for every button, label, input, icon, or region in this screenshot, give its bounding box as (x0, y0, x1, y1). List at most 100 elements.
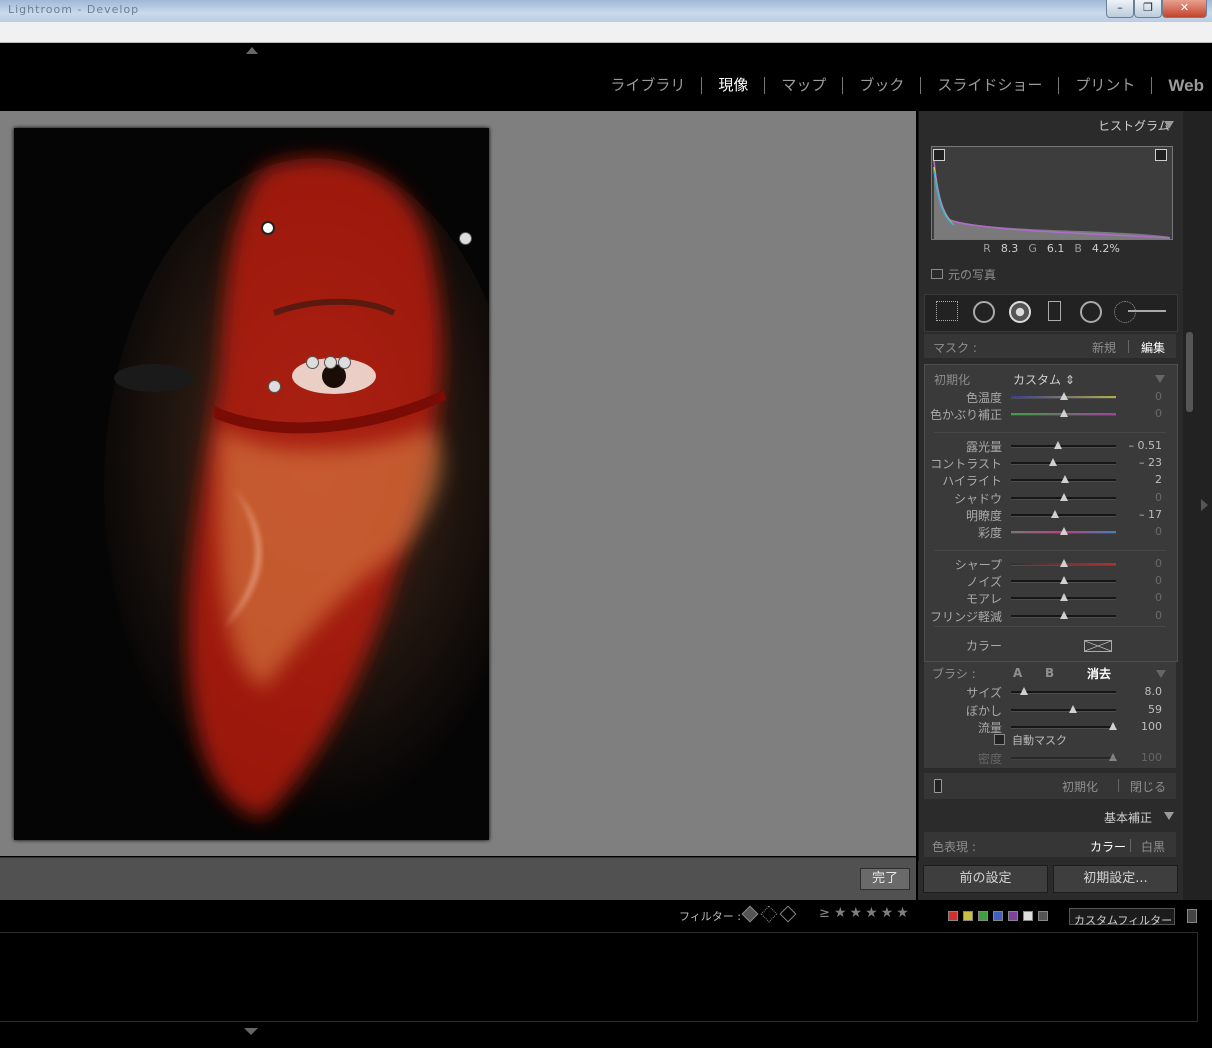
panel-scrollbar[interactable] (1186, 332, 1193, 412)
module-library[interactable]: ライブラリ (594, 77, 701, 94)
treatment-color-button[interactable]: カラー (1090, 838, 1126, 855)
slider-thumb[interactable] (1060, 475, 1069, 484)
close-button[interactable]: 閉じる (1130, 778, 1166, 795)
previous-settings-button[interactable]: 前の設定 (923, 865, 1048, 893)
group-divider (934, 432, 1166, 433)
mask-pin[interactable] (261, 221, 275, 235)
mask-pin[interactable] (268, 380, 281, 393)
mask-color-swatch[interactable] (1084, 640, 1112, 652)
basic-collapse-icon[interactable] (1164, 812, 1174, 820)
slider-value: – 17 (1139, 507, 1162, 521)
slider-thumb[interactable] (1059, 392, 1068, 400)
filter-lock-icon[interactable] (1187, 909, 1197, 923)
photo-canvas[interactable] (14, 128, 489, 840)
slider-thumb[interactable] (1059, 492, 1068, 501)
slider-thumb[interactable] (1059, 559, 1068, 567)
collapse-filmstrip-icon[interactable] (244, 1028, 258, 1035)
slider-thumb[interactable] (1059, 527, 1068, 535)
crop-tool-icon[interactable] (936, 301, 958, 321)
minimize-button[interactable]: – (1106, 0, 1134, 18)
flag-rejected-icon[interactable] (779, 905, 797, 923)
divider (1118, 779, 1119, 792)
original-photo-label: 元の写真 (948, 268, 997, 282)
mask-pin[interactable] (338, 356, 351, 369)
slider-label: 色温度 (965, 391, 1002, 405)
red-eye-tool-icon[interactable] (1009, 301, 1031, 323)
module-map[interactable]: マップ (764, 77, 842, 94)
spot-removal-tool-icon[interactable] (973, 301, 995, 323)
module-develop[interactable]: 現像 (701, 77, 764, 94)
slider-label: 色かぶり補正 (929, 408, 1002, 423)
brush-a-button[interactable]: A (1013, 666, 1022, 680)
brush-slider-value: 59 (1148, 702, 1162, 716)
reset-settings-button[interactable]: 初期設定... (1053, 865, 1178, 893)
slider-thumb[interactable] (1059, 576, 1068, 585)
slider-thumb[interactable] (1059, 593, 1068, 602)
collapse-top-panel-icon[interactable] (246, 47, 258, 54)
color-label-swatch[interactable] (1023, 911, 1033, 921)
mask-edit-button[interactable]: 編集 (1141, 339, 1165, 356)
slider-thumb[interactable] (1059, 409, 1068, 418)
brush-collapse-icon[interactable] (1156, 670, 1166, 678)
module-book[interactable]: ブック (842, 77, 920, 94)
adjustment-brush-slider-icon (1128, 310, 1166, 312)
radial-filter-icon[interactable] (1080, 301, 1102, 323)
original-photo-checkbox[interactable] (931, 269, 943, 279)
module-web[interactable]: Web (1151, 77, 1204, 94)
slider-label: シャープ (954, 558, 1002, 572)
slider-label: シャドウ (953, 491, 1002, 506)
brush-erase-button[interactable]: 消去 (1087, 665, 1111, 682)
shadow-clipping-icon[interactable] (933, 149, 945, 161)
adjustment-brush-icon[interactable] (1114, 301, 1136, 323)
slider-thumb[interactable] (1054, 441, 1063, 449)
mask-pin[interactable] (306, 356, 319, 369)
effect-collapse-icon[interactable] (1155, 375, 1165, 383)
portrait-with-mask-overlay (14, 128, 489, 840)
color-label-swatch[interactable] (963, 911, 973, 921)
module-print[interactable]: プリント (1058, 77, 1151, 94)
graduated-filter-icon[interactable] (1048, 301, 1061, 321)
histogram-graph (933, 157, 1171, 239)
color-label-swatch[interactable] (993, 911, 1003, 921)
close-window-button[interactable]: ✕ (1162, 0, 1207, 18)
filmstrip[interactable] (0, 932, 1198, 1022)
brush-b-button[interactable]: B (1045, 666, 1054, 680)
color-label-swatch[interactable] (1038, 911, 1048, 921)
auto-mask-checkbox[interactable] (994, 734, 1005, 745)
density-slider[interactable] (1108, 753, 1117, 761)
color-label-swatch[interactable] (948, 911, 958, 921)
brush-slider-thumb[interactable] (1108, 722, 1117, 730)
effect-preset-select[interactable]: カスタム ⇕ (1013, 371, 1075, 388)
slider-thumb[interactable] (1049, 458, 1057, 467)
flag-picked-icon[interactable] (741, 905, 759, 923)
histogram-collapse-icon[interactable] (1164, 121, 1174, 129)
color-label-swatch[interactable] (978, 911, 988, 921)
slider-thumb[interactable] (1059, 610, 1068, 619)
module-slideshow[interactable]: スライドショー (920, 77, 1058, 94)
color-label-swatch[interactable] (1008, 911, 1018, 921)
rating-operator[interactable]: ≥ (819, 906, 830, 921)
slider-label: ハイライト (942, 474, 1002, 489)
group-divider (934, 550, 1166, 551)
treatment-bw-button[interactable]: 白黒 (1141, 838, 1165, 855)
rating-stars[interactable]: ★★★★★ (834, 905, 912, 921)
maximize-button[interactable]: ❐ (1134, 0, 1162, 18)
panel-toggle-switch[interactable] (934, 779, 942, 793)
done-button[interactable]: 完了 (860, 868, 910, 890)
custom-filter-select[interactable]: カスタムフィルター ⇕ (1069, 908, 1175, 946)
brush-slider-thumb[interactable] (1068, 704, 1077, 713)
flag-unflagged-icon[interactable] (760, 905, 778, 923)
mask-pin[interactable] (459, 232, 472, 245)
brush-slider-thumb[interactable] (1019, 687, 1028, 695)
slider-thumb[interactable] (1051, 509, 1060, 518)
histogram-title: ヒストグラム (1098, 119, 1170, 133)
expand-right-icon[interactable] (1201, 499, 1208, 511)
highlight-clipping-icon[interactable] (1155, 149, 1167, 161)
mask-new-button[interactable]: 新規 (1092, 339, 1116, 356)
reset-button[interactable]: 初期化 (1062, 778, 1098, 795)
histogram[interactable] (931, 146, 1173, 240)
mask-pin[interactable] (324, 356, 337, 369)
mask-color-label: カラー (965, 639, 1002, 653)
slider-value: – 0.51 (1128, 439, 1163, 452)
effect-reset-label[interactable]: 初期化 (934, 371, 970, 388)
